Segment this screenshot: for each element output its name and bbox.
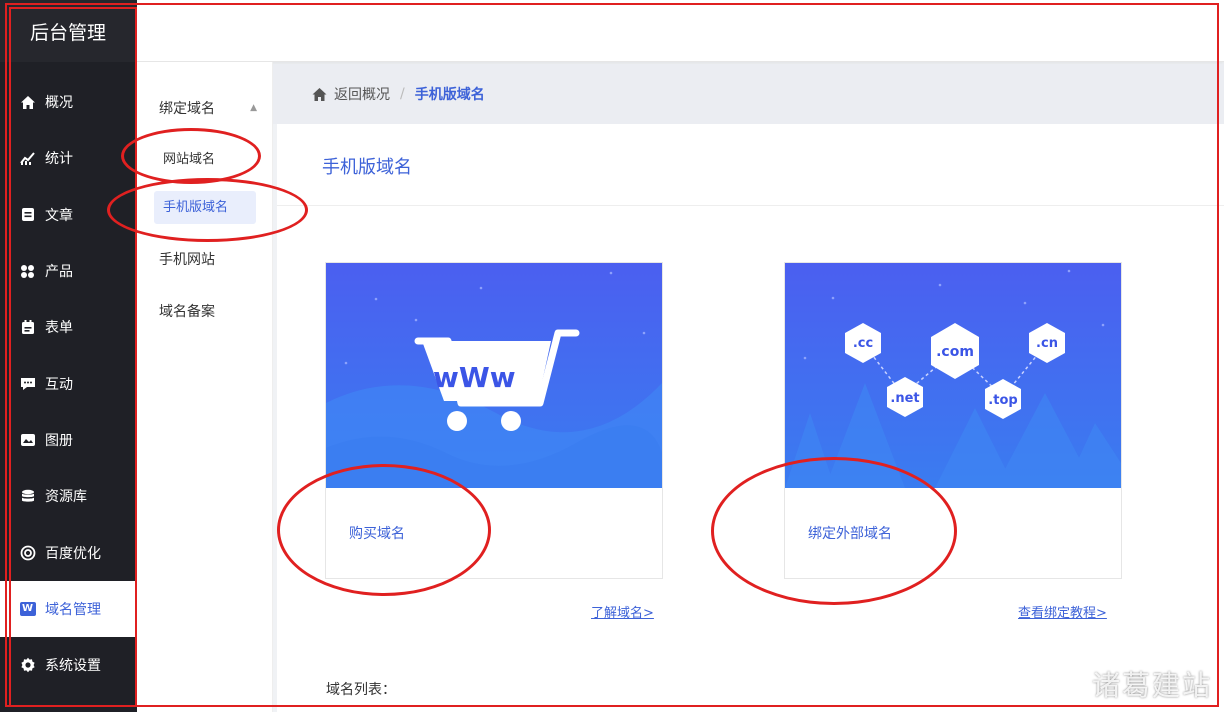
main-nav: 概况 统计 文章 产品 表单 互动 图册 资源库 百度优化 W 域名管理 系统设…	[0, 74, 137, 693]
nav-label: 图册	[45, 432, 73, 449]
product-icon	[19, 263, 36, 280]
page-title: 手机版域名	[322, 157, 412, 178]
nav-label: 百度优化	[45, 545, 101, 562]
nav-label: 域名管理	[45, 601, 101, 618]
learn-domain-link[interactable]: 了解域名>	[591, 602, 654, 621]
submenu-item-site-domain[interactable]: 网站域名	[163, 148, 215, 167]
nav-item-resources[interactable]: 资源库	[0, 468, 137, 524]
breadcrumb: 返回概况 / 手机版域名	[273, 64, 1224, 124]
chart-icon	[19, 150, 36, 167]
domain-icon: W	[19, 600, 36, 617]
sub-menu: 绑定域名 ▲ 网站域名 手机版域名 手机网站 域名备案	[137, 62, 273, 712]
target-icon	[19, 544, 36, 561]
app-root: 后台管理 概况 统计 文章 产品 表单 互动 图册 资源库 百度优化 W 域名管…	[0, 0, 1224, 712]
bind-tutorial-link[interactable]: 查看绑定教程>	[1018, 602, 1107, 621]
weibo-logo-icon	[1046, 669, 1086, 699]
article-icon	[19, 206, 36, 223]
tld-cc-text: .cc	[853, 336, 873, 351]
chat-icon	[19, 375, 36, 392]
bind-domain-label: 绑定外部域名	[808, 526, 892, 542]
nav-item-products[interactable]: 产品	[0, 243, 137, 299]
database-icon	[19, 488, 36, 505]
top-header	[137, 0, 1224, 62]
bind-domain-card[interactable]: .cc .com .cn .net .top 绑定外部域名	[784, 262, 1122, 579]
brand-title: 后台管理	[0, 0, 137, 62]
nav-label: 资源库	[45, 489, 87, 506]
submenu-item-mobile-domain[interactable]: 手机版域名	[154, 191, 256, 224]
tld-cn-text: .cn	[1036, 336, 1058, 351]
submenu-item-mobile-site[interactable]: 手机网站	[159, 249, 215, 269]
domain-list-title: 域名列表：	[326, 682, 396, 698]
submenu-item-domain-filing[interactable]: 域名备案	[159, 301, 215, 321]
form-icon	[19, 319, 36, 336]
nav-item-forms[interactable]: 表单	[0, 299, 137, 355]
nav-item-gallery[interactable]: 图册	[0, 412, 137, 468]
breadcrumb-current: 手机版域名	[414, 87, 485, 103]
nav-item-overview[interactable]: 概况	[0, 74, 137, 130]
nav-item-seo[interactable]: 百度优化	[0, 524, 137, 580]
gear-icon	[19, 657, 36, 674]
nav-item-interaction[interactable]: 互动	[0, 355, 137, 411]
nav-label: 概况	[45, 95, 73, 112]
bind-domain-banner: .cc .com .cn .net .top	[785, 263, 1121, 488]
tld-com-text: .com	[936, 344, 974, 360]
nav-label: 系统设置	[45, 658, 101, 675]
main-sidebar: 后台管理 概况 统计 文章 产品 表单 互动 图册 资源库 百度优化 W 域名管…	[0, 0, 137, 712]
tld-net-text: .net	[890, 391, 919, 406]
nav-label: 文章	[45, 207, 73, 224]
breadcrumb-back-link[interactable]: 返回概况	[334, 84, 390, 104]
watermark: 诸葛建站	[1046, 664, 1212, 704]
submenu-group-bind-domain[interactable]: 绑定域名 ▲	[159, 98, 257, 118]
breadcrumb-separator: /	[400, 86, 405, 102]
buy-domain-banner: wWw	[326, 263, 662, 488]
tld-top-text: .top	[988, 393, 1017, 408]
nav-item-articles[interactable]: 文章	[0, 187, 137, 243]
title-divider	[277, 205, 1224, 206]
gallery-icon	[19, 431, 36, 448]
nav-label: 互动	[45, 376, 73, 393]
main-content: 手机版域名 wWw 购买域名 .cc .com .cn .net .top 绑定…	[277, 124, 1224, 712]
home-icon[interactable]	[311, 87, 328, 102]
home-icon	[19, 94, 36, 111]
nav-item-stats[interactable]: 统计	[0, 130, 137, 186]
nav-label: 统计	[45, 151, 73, 168]
nav-item-settings[interactable]: 系统设置	[0, 637, 137, 693]
nav-label: 产品	[45, 264, 73, 281]
chevron-up-icon: ▲	[250, 103, 257, 113]
buy-domain-label: 购买域名	[349, 526, 405, 542]
cart-www-text: wWw	[433, 361, 516, 394]
nav-label: 表单	[45, 320, 73, 337]
buy-domain-card[interactable]: wWw 购买域名	[325, 262, 663, 579]
nav-item-domain[interactable]: W 域名管理	[0, 580, 137, 637]
